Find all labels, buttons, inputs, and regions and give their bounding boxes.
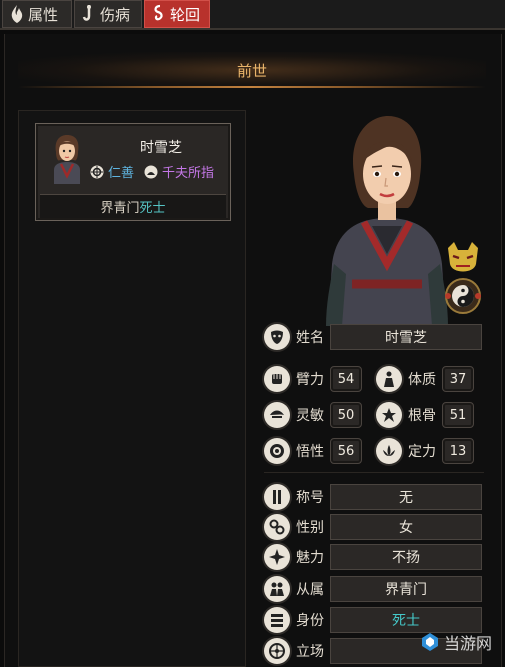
character-list: 时雪芝 仁善 千夫所指 界青门 死士 <box>18 110 246 667</box>
field-name: 姓名 时雪芝 <box>264 324 482 350</box>
tab-attributes[interactable]: 属性 <box>2 0 72 28</box>
field-gender: 性别 女 <box>264 514 482 540</box>
field-nickname: 称号 无 <box>264 484 482 510</box>
bone-label: 根骨 <box>408 408 436 424</box>
tab-bar: 属性 伤病 轮回 <box>0 0 505 30</box>
spiral-icon <box>151 4 167 24</box>
crowd-icon <box>144 165 158 179</box>
field-bone: 根骨 51 <box>376 402 474 428</box>
body-icon <box>376 366 402 392</box>
watermark: 当游网 <box>420 630 492 654</box>
wheel-icon <box>90 165 104 179</box>
affiliation-value: 界青门 <box>330 576 482 602</box>
bone-value: 51 <box>442 402 474 428</box>
stance-label: 立场 <box>296 644 324 660</box>
agility-value: 50 <box>330 402 362 428</box>
tab-injuries[interactable]: 伤病 <box>74 0 142 28</box>
field-constitution: 体质 37 <box>376 366 474 392</box>
bone-icon <box>376 402 402 428</box>
identity-label: 身份 <box>296 613 324 629</box>
field-arm-strength: 臂力 54 <box>264 366 362 392</box>
rank-icon <box>264 607 290 633</box>
charm-value: 不扬 <box>330 544 482 570</box>
name-label: 姓名 <box>296 330 324 346</box>
character-morality: 仁善 <box>108 166 135 181</box>
composure-value: 13 <box>442 438 474 464</box>
tab-reincarnation-label: 轮回 <box>170 5 201 24</box>
flame-icon <box>9 4 25 24</box>
star-icon <box>264 544 290 570</box>
character-sect: 界青门 <box>100 201 140 216</box>
nickname-value: 无 <box>330 484 482 510</box>
comprehension-value: 56 <box>330 438 362 464</box>
watermark-text: 当游网 <box>444 634 493 653</box>
field-comprehension: 悟性 56 <box>264 438 362 464</box>
gender-label: 性别 <box>296 520 324 536</box>
nickname-label: 称号 <box>296 490 324 506</box>
group-icon <box>264 576 290 602</box>
arm-strength-value: 54 <box>330 366 362 392</box>
constitution-label: 体质 <box>408 372 436 388</box>
eye-icon <box>264 438 290 464</box>
character-title: 千夫所指 <box>162 166 215 181</box>
status-badges <box>440 242 486 316</box>
section-title: 前世 <box>236 61 267 80</box>
banner-icon <box>264 484 290 510</box>
agility-label: 灵敏 <box>296 408 324 424</box>
fist-icon <box>264 366 290 392</box>
character-rank: 死士 <box>139 201 166 216</box>
tab-attributes-label: 属性 <box>28 5 59 24</box>
section-header: 前世 <box>18 52 486 88</box>
character-portrait <box>44 132 90 184</box>
watermark-logo-icon <box>420 632 440 652</box>
character-traits: 仁善 千夫所指 <box>90 162 230 181</box>
character-card[interactable]: 时雪芝 仁善 千夫所指 界青门 死士 <box>35 123 231 221</box>
tab-reincarnation[interactable]: 轮回 <box>144 0 210 28</box>
tab-injuries-label: 伤病 <box>100 5 131 24</box>
charm-label: 魅力 <box>296 550 324 566</box>
mask-icon <box>264 324 290 350</box>
affiliation-label: 从属 <box>296 582 324 598</box>
field-charm: 魅力 不扬 <box>264 544 482 570</box>
comprehension-label: 悟性 <box>296 444 324 460</box>
constitution-value: 37 <box>442 366 474 392</box>
wheel-icon <box>264 638 290 664</box>
composure-label: 定力 <box>408 444 436 460</box>
demon-mask-icon <box>448 242 478 272</box>
character-affiliation: 界青门 死士 <box>40 194 226 218</box>
section-divider <box>264 472 484 473</box>
hook-icon <box>81 4 97 24</box>
yin-yang-icon <box>445 278 481 314</box>
gender-value: 女 <box>330 514 482 540</box>
swift-icon <box>264 402 290 428</box>
field-agility: 灵敏 50 <box>264 402 362 428</box>
gender-icon <box>264 514 290 540</box>
name-value: 时雪芝 <box>330 324 482 350</box>
lotus-icon <box>376 438 402 464</box>
arm-strength-label: 臂力 <box>296 372 324 388</box>
field-composure: 定力 13 <box>376 438 474 464</box>
field-affiliation: 从属 界青门 <box>264 576 482 602</box>
character-name: 时雪芝 <box>140 140 182 156</box>
